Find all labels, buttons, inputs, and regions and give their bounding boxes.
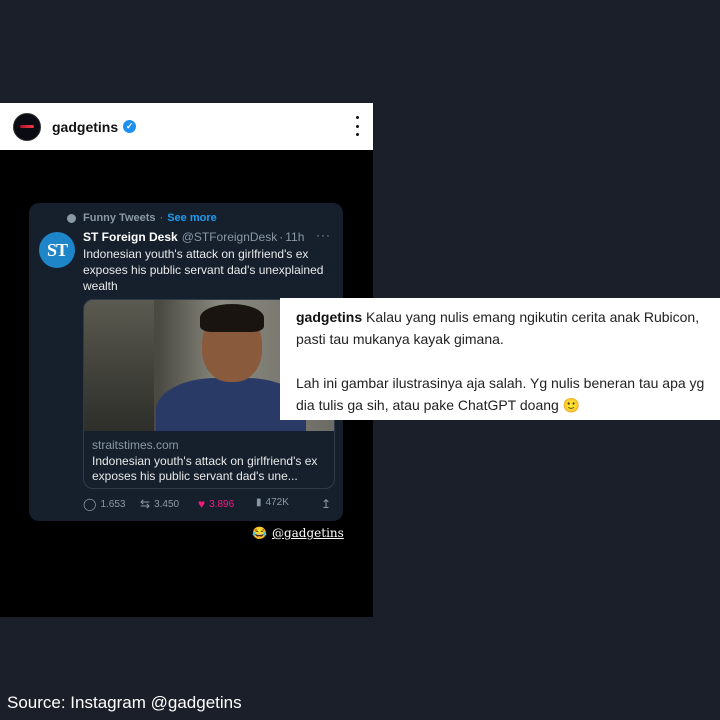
tweet-menu-icon[interactable]: ··· <box>316 228 331 242</box>
post-username[interactable]: gadgetins <box>52 119 118 135</box>
community-icon <box>67 213 76 223</box>
tweet-avatar[interactable]: ST <box>39 232 75 268</box>
tweet-header: ST Foreign Desk @STForeignDesk · 11h <box>83 230 304 244</box>
link-domain: straitstimes.com <box>92 438 179 452</box>
tweet-actions: ◯ 1.653 ⇆ 3.450 ♥ 3.896 ▮ 472K ↥ <box>83 497 333 511</box>
retweet-icon: ⇆ <box>140 497 151 511</box>
tweet-text: Indonesian youth's attack on girlfriend'… <box>83 247 324 293</box>
retweet-button[interactable]: ⇆ 3.450 <box>140 497 179 511</box>
views-button[interactable]: ▮ 472K <box>256 497 289 508</box>
reply-icon: ◯ <box>83 497 97 511</box>
more-vertical-icon[interactable] <box>355 116 359 136</box>
see-more-link[interactable]: See more <box>167 212 217 224</box>
profile-avatar[interactable] <box>13 112 41 141</box>
view-count: 472K <box>265 497 289 508</box>
verified-badge-icon: ✓ <box>123 120 137 133</box>
link-title: Indonesian youth's attack on girlfriend'… <box>92 454 318 483</box>
social-separator: · <box>159 212 164 224</box>
like-count: 3.896 <box>209 498 235 510</box>
social-context: Funny Tweets · See more <box>67 212 217 224</box>
tweet-separator: · <box>279 230 284 244</box>
mention-handle[interactable]: @gadgetins <box>272 526 344 540</box>
post-header: gadgetins ✓ <box>0 103 373 150</box>
retweet-count: 3.450 <box>154 498 180 510</box>
source-caption: Source: Instagram @gadgetins <box>7 693 242 712</box>
comment-username[interactable]: gadgetins <box>296 309 362 325</box>
comment-paragraph-1: gadgetins Kalau yang nulis emang ngikuti… <box>296 306 706 350</box>
laughing-emoji-icon: 😂 <box>252 526 267 540</box>
tweet-author-name[interactable]: ST Foreign Desk <box>83 230 178 244</box>
avatar-logo <box>20 124 34 128</box>
story-mention[interactable]: 😂 @gadgetins <box>252 526 344 540</box>
comment-overlay: gadgetins Kalau yang nulis emang ngikuti… <box>280 298 720 420</box>
heart-icon: ♥ <box>198 497 206 511</box>
tweet-author-handle[interactable]: @STForeignDesk <box>182 230 278 244</box>
community-name: Funny Tweets <box>83 212 156 224</box>
share-icon: ↥ <box>321 497 332 511</box>
tweet-timestamp[interactable]: 11h <box>285 230 304 244</box>
reply-button[interactable]: ◯ 1.653 <box>83 497 125 511</box>
like-button[interactable]: ♥ 3.896 <box>198 497 234 511</box>
reply-count: 1.653 <box>100 498 126 510</box>
bar-chart-icon: ▮ <box>256 497 262 508</box>
share-button[interactable]: ↥ <box>321 497 335 511</box>
comment-line-2: Lah ini gambar ilustrasinya aja salah. Y… <box>296 375 705 413</box>
